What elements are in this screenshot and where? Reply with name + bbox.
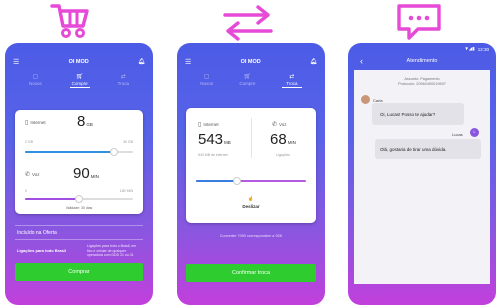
internet-max: 30 GB <box>123 140 133 144</box>
conversion-note: Converter 7090 correspondem a 90K <box>219 234 283 238</box>
phone-buy-screen: ☰ OI MOD 🔔︎ ▢ Novos 🛒︎ Compre ⇄ Troca ▯ Int… <box>5 43 153 305</box>
tab-novos[interactable]: ▢ Novos <box>200 73 213 89</box>
agent-message-bubble: Oi, Lucas! Posso te ajudar? <box>372 103 464 125</box>
status-bar: ▼◢▮ 12:30 <box>348 43 496 55</box>
internet-min: 2 GB <box>25 140 33 144</box>
menu-icon[interactable]: ☰ <box>185 58 191 66</box>
menu-icon[interactable]: ☰ <box>13 58 19 66</box>
app-title: OI MOD <box>240 59 261 65</box>
validity-text: Validade: 30 dias <box>65 206 93 210</box>
tab-troca[interactable]: ⇄ Troca <box>118 73 129 89</box>
internet-value: 543 <box>198 131 224 148</box>
chip-icon: ▢ <box>203 74 210 80</box>
voz-sub: Ligações <box>276 153 291 157</box>
internet-slider[interactable] <box>25 148 133 156</box>
app-bar: ☰ OI MOD 🔔︎ <box>177 55 325 69</box>
chat-protocol: Protocolo: 20560450019697 <box>398 82 446 86</box>
phone-call-icon: ✆ <box>25 172 31 178</box>
user-avatar: L <box>470 128 479 137</box>
chip-icon: ▢ <box>32 74 39 80</box>
buy-button[interactable]: Comprar <box>15 263 143 281</box>
internet-sub: 543 MB de internet <box>198 153 228 157</box>
confirm-swap-button[interactable]: Confirmar troca <box>186 264 316 282</box>
tab-compre[interactable]: 🛒︎ Compre <box>239 73 255 89</box>
voz-slider[interactable] <box>25 195 133 203</box>
internet-icon: ▯ <box>198 122 202 128</box>
status-bar <box>177 43 325 55</box>
voz-label: Voz <box>279 122 287 127</box>
screenshot-root: ☰ OI MOD 🔔︎ ▢ Novos 🛒︎ Compre ⇄ Troca ▯ Int… <box>0 0 500 308</box>
user-message: Olá, gostaria de tirar uma dúvida. <box>380 146 447 152</box>
user-name: Lucas <box>452 132 463 137</box>
chat-header: ‹ Atendimento <box>348 55 496 69</box>
app-title: OI MOD <box>68 59 89 65</box>
agent-message: Oi, Lucas! Posso te ajudar? <box>380 111 436 117</box>
voz-label: Voz <box>32 172 40 177</box>
phone-chat-screen: ▼◢▮ 12:30 ‹ Atendimento Assunto: Pagamen… <box>348 43 496 305</box>
swap-small-icon: ⇄ <box>120 74 126 80</box>
tab-troca[interactable]: ⇄ Troca <box>281 73 302 89</box>
status-bar <box>5 43 153 55</box>
call-description: Ligações para todo o Brasil, em fixo e c… <box>87 244 137 257</box>
voz-max: 180 MIN <box>119 189 133 193</box>
voz-min: 0 <box>25 189 27 193</box>
voz-value: 90 <box>73 165 90 182</box>
tab-bar: ▢ Novos 🛒︎ Compre ⇄ Troca <box>5 69 153 89</box>
swap-slider-handle[interactable] <box>232 177 241 185</box>
notification-icon[interactable]: 🔔︎ <box>310 59 317 65</box>
cart-small-icon: 🛒︎ <box>243 74 252 80</box>
internet-value: 8 <box>77 113 86 130</box>
included-title: Incluído na Oferta <box>17 230 57 236</box>
app-bar: ☰ OI MOD 🔔︎ <box>5 55 153 69</box>
voz-value: 68 <box>270 131 287 148</box>
voz-unit: MIN <box>90 174 99 179</box>
agent-avatar <box>361 95 370 104</box>
notification-icon[interactable]: 🔔︎ <box>138 59 145 65</box>
signal-icon: ▼◢▮ <box>464 46 475 51</box>
slide-label: Deslizar <box>242 204 260 209</box>
swap-small-icon: ⇄ <box>289 74 295 80</box>
plan-card: ▯ Internet 8 GB 2 GB 30 GB ✆ Voz 90 MIN … <box>15 110 143 214</box>
internet-slider-handle[interactable] <box>109 148 118 156</box>
phone-swap-screen: ☰ OI MOD 🔔︎ ▢ Novos 🛒︎ Compre ⇄ Troca ▯ Int… <box>177 43 325 305</box>
voz-slider-handle[interactable] <box>75 195 83 203</box>
swap-arrows-icon <box>222 4 274 42</box>
phone-call-icon: ✆ <box>272 122 278 128</box>
chat-bubble-icon <box>396 3 442 41</box>
internet-label: Internet <box>203 122 219 127</box>
swap-card: ▯ Internet 543 MB 543 MB de internet ✆ V… <box>186 108 316 223</box>
internet-label: Internet <box>30 120 46 125</box>
voz-unit: MIN <box>287 140 296 145</box>
user-message-bubble: Olá, gostaria de tirar uma dúvida. <box>375 139 481 159</box>
tab-compre[interactable]: 🛒︎ Compre <box>69 73 90 89</box>
cart-small-icon: 🛒︎ <box>75 74 84 80</box>
clock: 12:30 <box>477 46 489 52</box>
swap-slider[interactable] <box>196 177 306 185</box>
internet-unit: GB <box>86 122 93 127</box>
tab-novos[interactable]: ▢ Novos <box>29 73 42 89</box>
chat-title: Atendimento <box>406 58 438 64</box>
cart-icon <box>50 2 90 40</box>
call-label: Ligações para todo Brasil <box>17 248 66 253</box>
chat-panel: Assunto: Pagamento Protocolo: 2056045001… <box>354 70 490 284</box>
chat-subject: Assunto: Pagamento <box>404 77 440 81</box>
tab-bar: ▢ Novos 🛒︎ Compre ⇄ Troca <box>177 69 325 89</box>
internet-unit: MB <box>224 140 231 145</box>
internet-icon: ▯ <box>25 120 29 126</box>
swipe-icon: ☝ <box>247 196 255 202</box>
